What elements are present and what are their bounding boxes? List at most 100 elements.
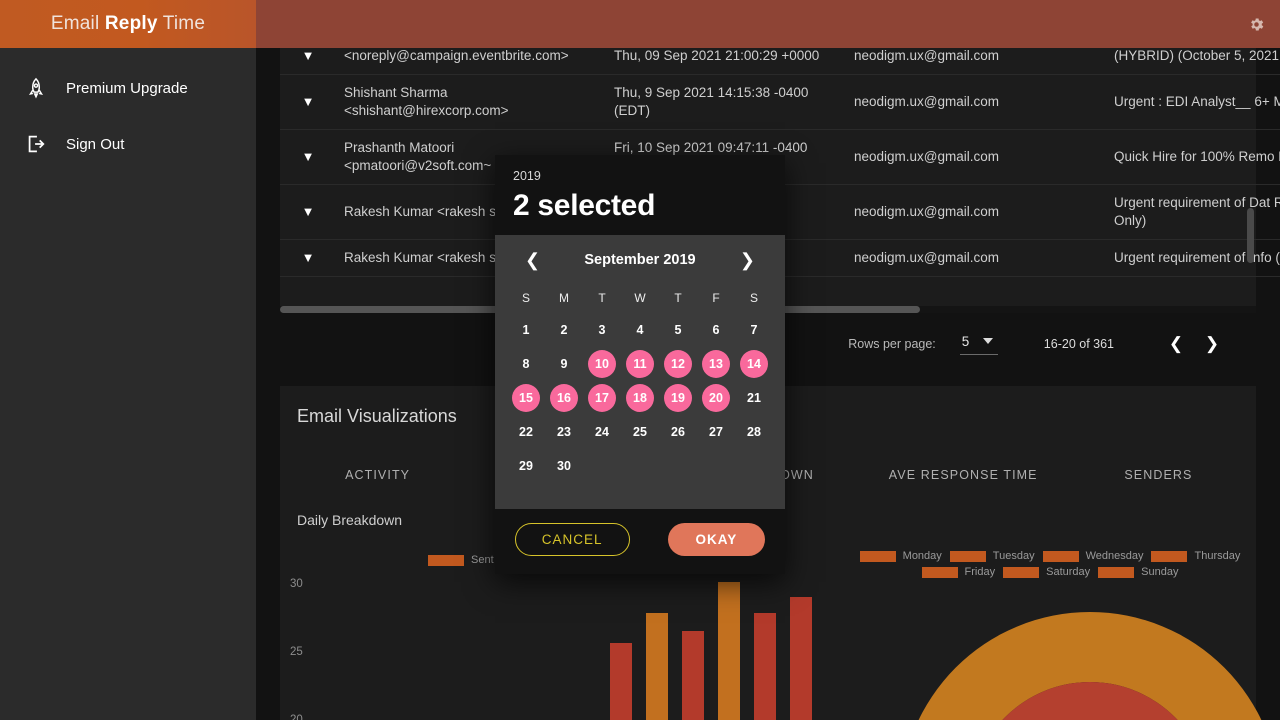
legend-swatch — [921, 566, 958, 578]
brand-header: Email Reply Time — [0, 0, 256, 48]
date-picker-year: 2019 — [513, 169, 541, 183]
table-row[interactable]: ▼ Shishant Sharma <shishant@hirexcorp.com… — [280, 75, 1280, 130]
calendar-day-4[interactable]: 4 — [621, 313, 659, 347]
calendar-day-17[interactable]: 17 — [583, 381, 621, 415]
next-month-button[interactable]: ❯ — [740, 251, 755, 269]
legend-label: Wednesday — [1085, 550, 1144, 562]
legend-item: Sunday — [1098, 566, 1178, 578]
table-row[interactable]: ▼ <noreply@campaign.eventbrite.com> Thu, 0… — [280, 48, 1280, 75]
calendar-day-14[interactable]: 14 — [735, 347, 773, 381]
calendar: ❮ September 2019 ❯ SMTWTFS 1 2 3 4 5 6 7 8 9 10 11… — [495, 235, 785, 509]
calendar-day-26[interactable]: 26 — [659, 415, 697, 449]
chevron-down-icon — [983, 338, 994, 344]
calendar-day-label: 1 — [522, 323, 530, 337]
calendar-day-label: 24 — [595, 425, 609, 439]
calendar-day-23[interactable]: 23 — [545, 415, 583, 449]
legend-label: Monday — [902, 550, 942, 562]
calendar-day-6[interactable]: 6 — [697, 313, 735, 347]
calendar-dow-0: S — [521, 291, 530, 305]
previous-page-button[interactable]: ❮ — [1158, 334, 1194, 354]
calendar-day-29[interactable]: 29 — [507, 449, 545, 483]
calendar-day-9[interactable]: 9 — [545, 347, 583, 381]
chart-title: Daily Breakdown — [297, 512, 403, 528]
calendar-day-label: 29 — [519, 459, 533, 473]
expand-row-button[interactable]: ▼ — [280, 240, 336, 277]
gear-icon[interactable] — [1242, 10, 1270, 38]
calendar-day-20[interactable]: 20 — [697, 381, 735, 415]
legend-label: Thursday — [1194, 550, 1241, 562]
expand-row-button[interactable]: ▼ — [280, 75, 336, 130]
chevron-down-icon: ▼ — [301, 48, 315, 63]
chevron-down-icon: ▼ — [301, 94, 315, 109]
calendar-day-label: 27 — [709, 425, 723, 439]
calendar-day-label: 22 — [519, 425, 533, 439]
previous-month-button[interactable]: ❮ — [525, 251, 540, 269]
calendar-day-18[interactable]: 18 — [621, 381, 659, 415]
calendar-day-label: 6 — [712, 323, 720, 337]
legend-label: Sunday — [1141, 566, 1179, 578]
calendar-day-label: 15 — [512, 384, 540, 412]
app-root: ▼ <noreply@campaign.eventbrite.com> Thu, 0… — [0, 0, 1280, 720]
calendar-day-12[interactable]: 12 — [659, 347, 697, 381]
calendar-day-24[interactable]: 24 — [583, 415, 621, 449]
calendar-day-19[interactable]: 19 — [659, 381, 697, 415]
calendar-day-21[interactable]: 21 — [735, 381, 773, 415]
calendar-day-15[interactable]: 15 — [507, 381, 545, 415]
rows-per-page-label: Rows per page: — [848, 337, 936, 351]
legend-item: Friday — [921, 566, 995, 578]
calendar-day-label: 17 — [588, 384, 616, 412]
cell-to: neodigm.ux@gmail.com — [854, 250, 1000, 265]
pagination-range: 16-20 of 361 — [1043, 337, 1114, 351]
calendar-day-13[interactable]: 13 — [697, 347, 735, 381]
calendar-day-1[interactable]: 1 — [507, 313, 545, 347]
calendar-day-label: 21 — [747, 391, 761, 405]
brand-suffix: Time — [157, 13, 206, 34]
calendar-day-label: 12 — [664, 350, 692, 378]
sidebar-item-premium-upgrade[interactable]: Premium Upgrade — [0, 60, 256, 116]
sidebar-item-sign-out[interactable]: Sign Out — [0, 116, 256, 172]
calendar-day-11[interactable]: 11 — [621, 347, 659, 381]
calendar-day-25[interactable]: 25 — [621, 415, 659, 449]
tab-ave-response-time[interactable]: AVE RESPONSE TIME — [866, 454, 1061, 496]
calendar-day-label: 14 — [740, 350, 768, 378]
next-page-button[interactable]: ❯ — [1194, 334, 1230, 354]
expand-row-button[interactable]: ▼ — [280, 185, 336, 240]
calendar-day-label: 2 — [560, 323, 568, 337]
calendar-day-label: 26 — [671, 425, 685, 439]
calendar-day-8[interactable]: 8 — [507, 347, 545, 381]
calendar-day-30[interactable]: 30 — [545, 449, 583, 483]
cell-to: neodigm.ux@gmail.com — [854, 48, 1000, 63]
bar-5 — [754, 613, 776, 720]
legend-swatch — [859, 550, 896, 562]
calendar-day-7[interactable]: 7 — [735, 313, 773, 347]
chevron-down-icon: ▼ — [301, 204, 315, 219]
tab-senders[interactable]: SENDERS — [1061, 454, 1256, 496]
y-axis-tick-30: 30 — [290, 578, 303, 590]
okay-button[interactable]: OKAY — [667, 523, 766, 556]
calendar-day-22[interactable]: 22 — [507, 415, 545, 449]
legend-label: Tuesday — [992, 550, 1035, 562]
calendar-day-16[interactable]: 16 — [545, 381, 583, 415]
calendar-day-label: 23 — [557, 425, 571, 439]
y-axis-tick-25: 25 — [290, 646, 303, 658]
bar-1 — [610, 643, 632, 720]
calendar-dow-6: S — [749, 291, 758, 305]
calendar-day-5[interactable]: 5 — [659, 313, 697, 347]
expand-row-button[interactable]: ▼ — [280, 48, 336, 75]
calendar-day-label: 11 — [626, 350, 654, 378]
calendar-day-27[interactable]: 27 — [697, 415, 735, 449]
expand-row-button[interactable]: ▼ — [280, 130, 336, 185]
calendar-day-10[interactable]: 10 — [583, 347, 621, 381]
tab-activity[interactable]: ACTIVITY — [280, 454, 475, 496]
calendar-day-28[interactable]: 28 — [735, 415, 773, 449]
calendar-day-3[interactable]: 3 — [583, 313, 621, 347]
table-vertical-scrollbar[interactable] — [1247, 48, 1254, 283]
calendar-day-2[interactable]: 2 — [545, 313, 583, 347]
cancel-button[interactable]: CANCEL — [514, 523, 630, 556]
legend-swatch — [949, 550, 986, 562]
calendar-day-label: 19 — [664, 384, 692, 412]
legend-label: Sent — [471, 554, 494, 566]
calendar-month-label: September 2019 — [584, 252, 696, 268]
rows-per-page-select[interactable]: 5 — [959, 334, 998, 355]
chevron-down-icon: ▼ — [301, 250, 315, 265]
